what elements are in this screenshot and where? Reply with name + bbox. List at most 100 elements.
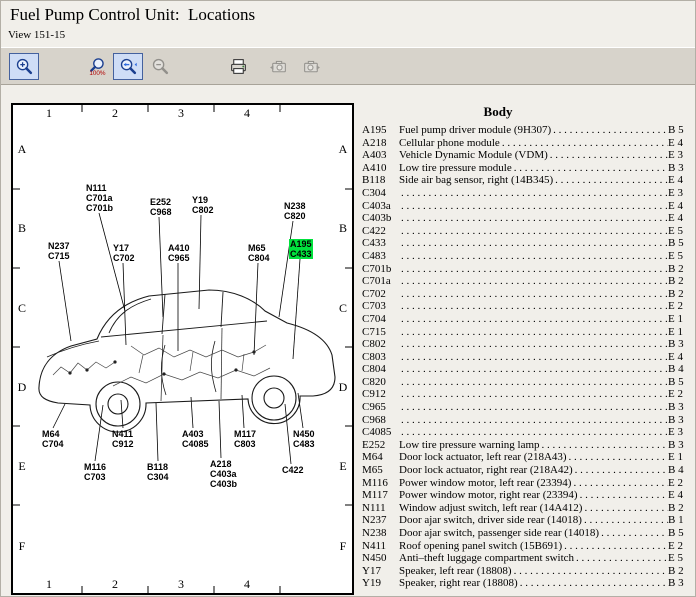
page-title: Fuel Pump Control Unit: Locations <box>10 5 255 25</box>
legend-dot-leader: . . . . . . . . . . . . . . . . . . . . … <box>399 200 668 213</box>
legend-row: C820. . . . . . . . . . . . . . . . . . … <box>362 376 694 389</box>
legend-code: N411 <box>362 540 399 553</box>
toolbar-button-zoom-out[interactable] <box>145 53 175 80</box>
toolbar-button-print[interactable] <box>223 53 253 80</box>
callout-label: M117C803 <box>233 429 257 449</box>
grid-label: E <box>15 427 29 506</box>
legend-grid-ref: B 2 <box>668 502 694 515</box>
legend-description: Low tire pressure warning lamp <box>399 439 540 452</box>
diagram-box[interactable]: N111C701aC701bE252C968Y19C802N238C820N23… <box>11 103 354 595</box>
grid-label: 2 <box>82 577 148 592</box>
legend-dot-leader: . . . . . . . . . . . . . . . . . . . . … <box>399 187 668 200</box>
legend-grid-ref: B 3 <box>668 439 694 452</box>
svg-text:100%: 100% <box>89 70 106 76</box>
magnifier-plus-icon <box>15 57 34 76</box>
legend-row: N411Roof opening panel switch (15B691). … <box>362 540 694 553</box>
toolbar-button-view-previous[interactable] <box>263 53 293 80</box>
legend-code: C304 <box>362 187 399 200</box>
legend-row: N238Door ajar switch, passenger side rea… <box>362 527 694 540</box>
legend-dot-leader: . . . . . . . . . . . . . . . . . . . . … <box>553 174 668 187</box>
legend-code: C968 <box>362 414 399 427</box>
toolbar-button-zoom-in[interactable] <box>9 53 39 80</box>
grid-label: B <box>336 189 350 268</box>
legend-dot-leader: . . . . . . . . . . . . . . . . . . . . … <box>399 376 668 389</box>
legend-dot-leader: . . . . . . . . . . . . . . . . . . . . … <box>399 326 668 339</box>
legend-dot-leader: . . . . . . . . . . . . . . . . . . . . … <box>399 426 668 439</box>
legend-description: Speaker, right rear (18808) <box>399 577 518 590</box>
legend-grid-ref: B 2 <box>668 263 694 276</box>
legend-dot-leader: . . . . . . . . . . . . . . . . . . . . … <box>399 237 668 250</box>
legend-row: C802. . . . . . . . . . . . . . . . . . … <box>362 338 694 351</box>
legend-code: M64 <box>362 451 399 464</box>
legend-dot-leader: . . . . . . . . . . . . . . . . . . . . … <box>574 552 668 565</box>
legend-code: M116 <box>362 477 399 490</box>
callout-layer: N111C701aC701bE252C968Y19C802N238C820N23… <box>13 105 352 593</box>
legend-code: C403b <box>362 212 399 225</box>
legend-code: C704 <box>362 313 399 326</box>
legend-dot-leader: . . . . . . . . . . . . . . . . . . . . … <box>399 225 668 238</box>
legend-row: Y19Speaker, right rear (18808). . . . . … <box>362 577 694 590</box>
callout-label: M116C703 <box>83 462 107 482</box>
legend-grid-ref: E 4 <box>668 489 694 502</box>
legend-grid-ref: E 5 <box>668 552 694 565</box>
legend-grid-ref: B 4 <box>668 464 694 477</box>
legend-grid-ref: B 3 <box>668 162 694 175</box>
toolbar-button-zoom-fit[interactable] <box>113 53 143 80</box>
legend-row: B118Side air bag sensor, right (14B345).… <box>362 174 694 187</box>
legend-dot-leader: . . . . . . . . . . . . . . . . . . . . … <box>573 464 668 477</box>
legend-row: C968. . . . . . . . . . . . . . . . . . … <box>362 414 694 427</box>
toolbar-button-view-next[interactable] <box>296 53 326 80</box>
grid-label: C <box>336 269 350 348</box>
grid-label: 2 <box>82 106 148 121</box>
toolbar-button-zoom-100[interactable]: 100% <box>81 53 111 80</box>
callout-label: A403C4085 <box>181 429 210 449</box>
legend-description: Door ajar switch, passenger side rear (1… <box>399 527 599 540</box>
legend-grid-ref: B 5 <box>668 237 694 250</box>
legend-row: C433. . . . . . . . . . . . . . . . . . … <box>362 237 694 250</box>
legend-row: E252Low tire pressure warning lamp. . . … <box>362 439 694 452</box>
legend-dot-leader: . . . . . . . . . . . . . . . . . . . . … <box>399 313 668 326</box>
legend-dot-leader: . . . . . . . . . . . . . . . . . . . . … <box>578 489 668 502</box>
legend-row: M117Power window motor, right rear (2339… <box>362 489 694 502</box>
legend-code: A410 <box>362 162 399 175</box>
legend-dot-leader: . . . . . . . . . . . . . . . . . . . . … <box>512 565 668 578</box>
body-panel: Body A195Fuel pump driver module (9H307)… <box>362 104 694 590</box>
legend-grid-ref: B 1 <box>668 514 694 527</box>
body-heading: Body <box>362 104 634 120</box>
legend-code: N237 <box>362 514 399 527</box>
legend-dot-leader: . . . . . . . . . . . . . . . . . . . . … <box>567 451 668 464</box>
body-list: A195Fuel pump driver module (9H307). . .… <box>362 124 694 590</box>
grid-label: 3 <box>148 106 214 121</box>
legend-grid-ref: E 4 <box>668 200 694 213</box>
callout-label: N411C912 <box>111 429 135 449</box>
legend-row: M64Door lock actuator, left rear (218A43… <box>362 451 694 464</box>
legend-dot-leader: . . . . . . . . . . . . . . . . . . . . … <box>399 338 668 351</box>
legend-grid-ref: E 4 <box>668 174 694 187</box>
grid-rows-left: ABCDEF <box>15 110 29 586</box>
legend-row: C912. . . . . . . . . . . . . . . . . . … <box>362 388 694 401</box>
camera-next-icon <box>302 57 321 76</box>
legend-row: C965. . . . . . . . . . . . . . . . . . … <box>362 401 694 414</box>
legend-row: N237Door ajar switch, driver side rear (… <box>362 514 694 527</box>
legend-dot-leader: . . . . . . . . . . . . . . . . . . . . … <box>399 263 668 276</box>
legend-grid-ref: E 4 <box>668 351 694 364</box>
legend-row: C483. . . . . . . . . . . . . . . . . . … <box>362 250 694 263</box>
legend-row: C304. . . . . . . . . . . . . . . . . . … <box>362 187 694 200</box>
legend-dot-leader: . . . . . . . . . . . . . . . . . . . . … <box>518 577 668 590</box>
legend-row: A403Vehicle Dynamic Module (VDM). . . . … <box>362 149 694 162</box>
legend-grid-ref: E 1 <box>668 313 694 326</box>
legend-row: A195Fuel pump driver module (9H307). . .… <box>362 124 694 137</box>
callout-label: E252C968 <box>149 197 173 217</box>
legend-grid-ref: B 2 <box>668 275 694 288</box>
legend-grid-ref: B 3 <box>668 577 694 590</box>
legend-description: Power window motor, left rear (23394) <box>399 477 571 490</box>
grid-label: 3 <box>148 577 214 592</box>
legend-grid-ref: E 3 <box>668 426 694 439</box>
legend-code: A195 <box>362 124 399 137</box>
legend-grid-ref: B 3 <box>668 338 694 351</box>
legend-row: C703. . . . . . . . . . . . . . . . . . … <box>362 300 694 313</box>
legend-grid-ref: B 3 <box>668 414 694 427</box>
legend-code: C912 <box>362 388 399 401</box>
legend-code: C4085 <box>362 426 399 439</box>
legend-grid-ref: B 2 <box>668 288 694 301</box>
